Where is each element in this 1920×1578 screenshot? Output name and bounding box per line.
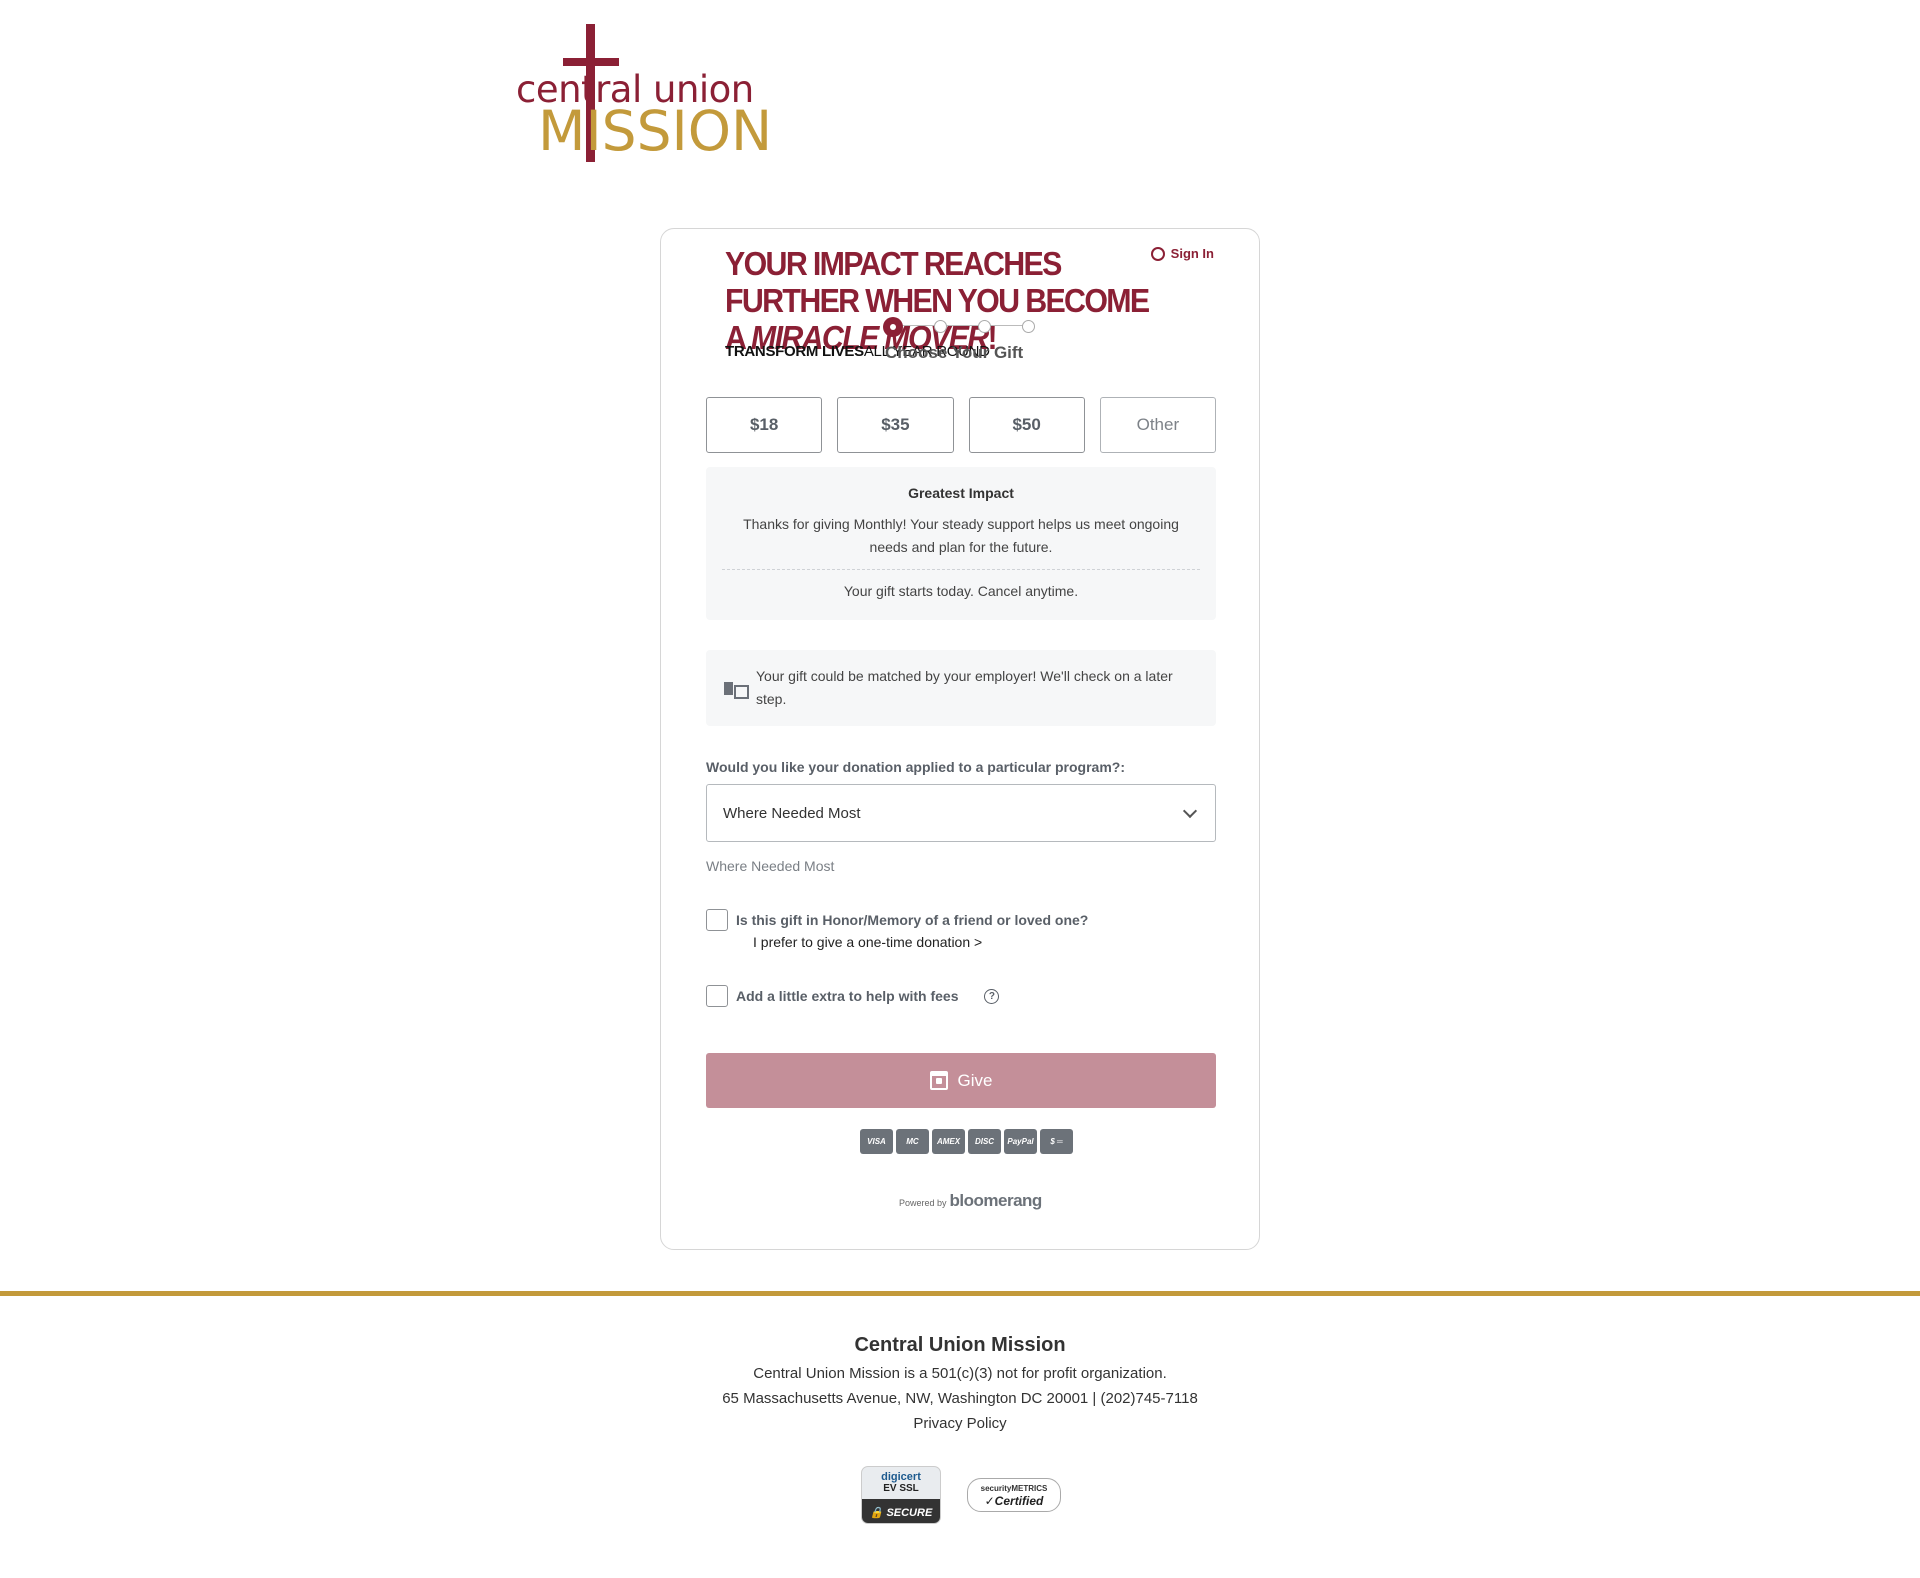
impact-panel: Greatest Impact Thanks for giving Monthl… (706, 467, 1216, 620)
visa-icon: VISA (860, 1129, 893, 1154)
bloomerang-logo: bloomerang (949, 1191, 1043, 1210)
amount-button-50[interactable]: $50 (968, 397, 1085, 453)
building-icon (724, 680, 749, 699)
impact-title: Greatest Impact (908, 485, 1014, 501)
powered-by[interactable]: Powered by bloomerang (899, 1191, 1042, 1211)
amount-button-18[interactable]: $18 (706, 397, 823, 453)
divider (722, 569, 1200, 570)
give-button[interactable]: Give (706, 1053, 1216, 1108)
sign-in-link[interactable]: Sign In (1150, 246, 1214, 261)
honor-memory-checkbox[interactable] (706, 909, 728, 931)
step-4-dot (1022, 320, 1035, 333)
footer-nonprofit-line: Central Union Mission is a 501(c)(3) not… (753, 1365, 1167, 1382)
footer: Central Union Mission Central Union Miss… (0, 1334, 1920, 1433)
mastercard-icon: MC (896, 1129, 929, 1154)
step-1-dot (883, 317, 903, 337)
securitymetrics-badge[interactable]: securityMETRICS ✓Certified (967, 1478, 1061, 1512)
form-headline: YOUR IMPACT REACHES FURTHER WHEN YOU BEC… (725, 245, 1150, 356)
user-icon (1150, 246, 1165, 261)
amount-options: $18 $35 $50 Other (706, 397, 1216, 453)
honor-memory-option: Is this gift in Honor/Memory of a friend… (706, 909, 1088, 931)
impact-body: Thanks for giving Monthly! Your steady s… (743, 516, 1179, 555)
amex-icon: AMEX (932, 1129, 965, 1154)
cover-fees-checkbox[interactable] (706, 985, 728, 1007)
employer-match-notice: Your gift could be matched by your emplo… (706, 650, 1216, 726)
amount-other-input[interactable]: Other (1099, 397, 1216, 453)
logo-cross-horizontal (563, 58, 619, 66)
step-3-dot (978, 320, 991, 333)
logo[interactable]: central union MISSION (516, 24, 772, 164)
footer-address: 65 Massachusetts Avenue, NW, Washington … (722, 1390, 1198, 1407)
chevron-down-icon (1182, 803, 1198, 818)
paypal-icon: PayPal (1004, 1129, 1037, 1154)
logo-text-line2: MISSION (538, 99, 773, 163)
impact-note: Your gift starts today. Cancel anytime. (843, 583, 1079, 599)
digicert-badge[interactable]: digicert EV SSL 🔒 SECURE (861, 1466, 941, 1524)
step-2-dot (934, 320, 947, 333)
security-badges: digicert EV SSL 🔒 SECURE securityMETRICS… (861, 1466, 1061, 1524)
one-time-donation-link[interactable]: I prefer to give a one-time donation > (753, 934, 982, 950)
program-label: Would you like your donation applied to … (706, 759, 1125, 775)
amount-button-35[interactable]: $35 (837, 397, 954, 453)
bank-transfer-icon: $ ═ (1040, 1129, 1073, 1154)
footer-divider (0, 1291, 1920, 1296)
program-select[interactable]: Where Needed Most (706, 784, 1216, 842)
footer-org-name: Central Union Mission (854, 1334, 1066, 1356)
donation-form-card: YOUR IMPACT REACHES FURTHER WHEN YOU BEC… (660, 228, 1260, 1250)
payment-methods: VISA MC AMEX DISC PayPal $ ═ (860, 1129, 1073, 1154)
step-title: Choose Your Gift (885, 343, 1024, 362)
step-indicator (883, 317, 1035, 337)
program-subtext: Where Needed Most (706, 858, 835, 874)
help-icon[interactable]: ? (984, 988, 1000, 1004)
calendar-icon (929, 1071, 948, 1090)
discover-icon: DISC (968, 1129, 1001, 1154)
cover-fees-option: Add a little extra to help with fees ? (706, 985, 1000, 1007)
privacy-policy-link[interactable]: Privacy Policy (913, 1415, 1006, 1432)
